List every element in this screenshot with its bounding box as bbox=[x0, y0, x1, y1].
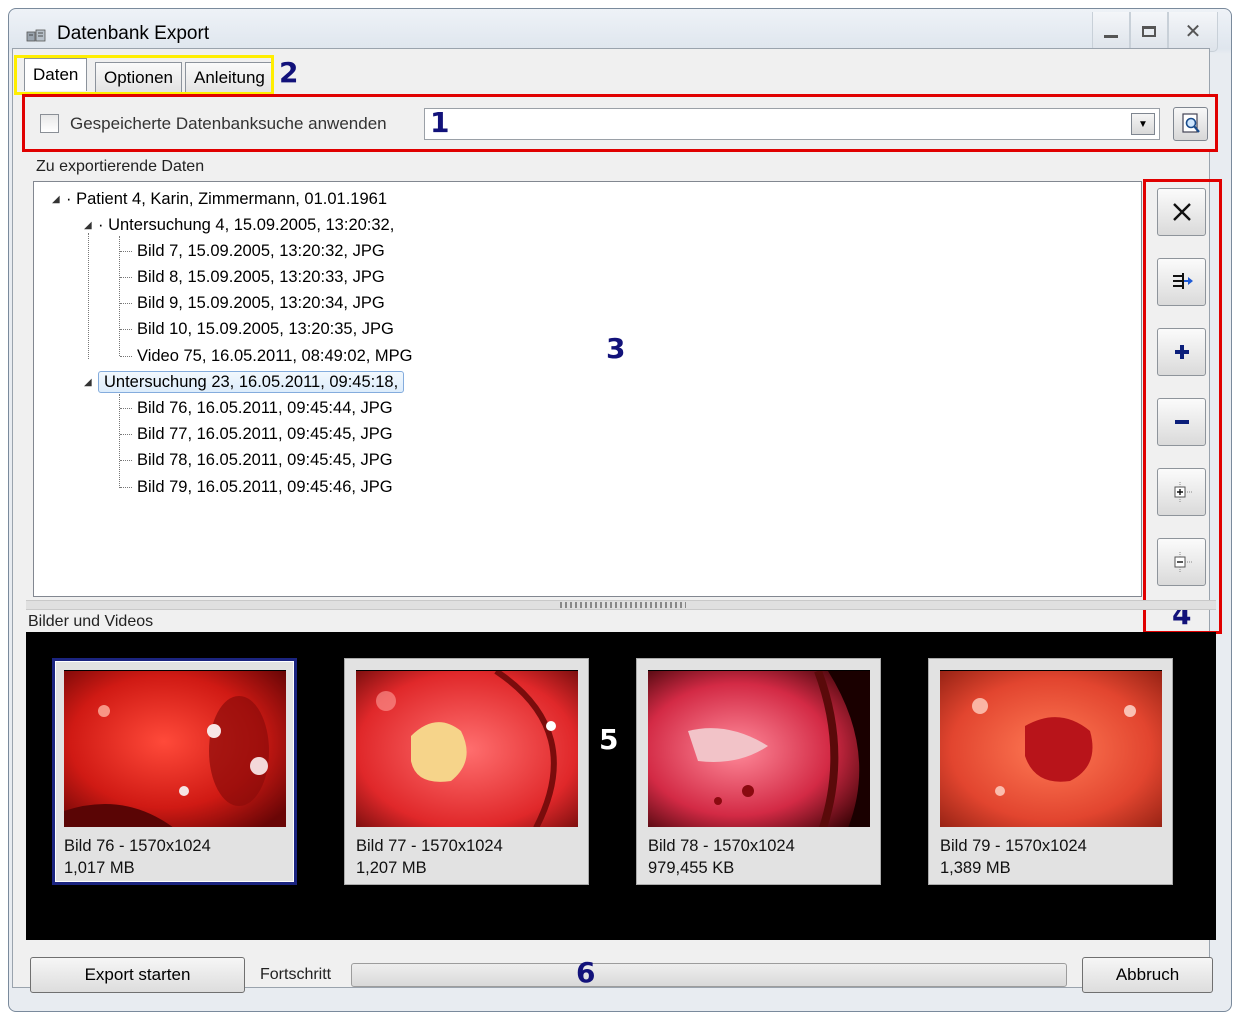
expand-all-button[interactable] bbox=[1157, 468, 1206, 516]
thumbnail-image bbox=[64, 670, 286, 827]
progress-label: Fortschritt bbox=[260, 966, 332, 983]
tree-leaf-image[interactable]: Bild 10, 15.09.2005, 13:20:35, JPG bbox=[137, 319, 394, 339]
tree-connector bbox=[120, 303, 132, 304]
saved-search-combobox[interactable]: ▼ bbox=[424, 108, 1160, 140]
tree-leaf-image[interactable]: Bild 77, 16.05.2011, 09:45:45, JPG bbox=[137, 424, 393, 444]
collapse-all-button[interactable] bbox=[1157, 538, 1206, 586]
thumbnail-card[interactable]: Bild 76 - 1570x1024 1,017 MB bbox=[52, 658, 297, 885]
close-icon: ✕ bbox=[1184, 21, 1202, 43]
expand-tree-icon bbox=[1174, 482, 1192, 502]
splitter-grip[interactable] bbox=[560, 602, 686, 608]
thumbnail-size: 979,455 KB bbox=[648, 859, 735, 877]
thumbnail-size: 1,389 MB bbox=[940, 859, 1011, 877]
collapse-tree-icon bbox=[1174, 552, 1192, 572]
media-section-label: Bilder und Videos bbox=[28, 613, 154, 630]
thumbnail-size: 1,017 MB bbox=[64, 859, 135, 877]
thumbnail-size: 1,207 MB bbox=[356, 859, 427, 877]
subtract-icon bbox=[1174, 420, 1189, 424]
tree-leaf-image[interactable]: Bild 78, 16.05.2011, 09:45:45, JPG bbox=[137, 450, 393, 470]
window-title: Datenbank Export bbox=[57, 23, 210, 44]
start-export-label: Export starten bbox=[84, 965, 191, 984]
tree-leaf-image[interactable]: Bild 8, 15.09.2005, 13:20:33, JPG bbox=[137, 267, 385, 287]
tree-connector bbox=[120, 434, 132, 435]
callout-6: 6 bbox=[576, 956, 596, 989]
callout-2: 2 bbox=[279, 56, 299, 89]
tree-connector bbox=[120, 356, 132, 357]
add-icon bbox=[1174, 345, 1189, 359]
thumbnail-image bbox=[940, 670, 1162, 827]
tree-leaf-image[interactable]: Bild 76, 16.05.2011, 09:45:44, JPG bbox=[137, 398, 393, 418]
thumbnail-name: Bild 76 - 1570x1024 bbox=[64, 837, 211, 855]
cancel-label: Abbruch bbox=[1115, 965, 1180, 984]
tree-leaf-image[interactable]: Bild 79, 16.05.2011, 09:45:46, JPG bbox=[137, 477, 393, 497]
thumbnail-name: Bild 77 - 1570x1024 bbox=[356, 837, 503, 855]
collapse-arrow-icon[interactable]: ◢ bbox=[52, 194, 60, 205]
patient-label: Patient 4, Karin, Zimmermann, 01.01.1961 bbox=[76, 190, 388, 208]
tree-leaf-image[interactable]: Bild 7, 15.09.2005, 13:20:32, JPG bbox=[137, 241, 385, 261]
tree-connector bbox=[120, 329, 132, 330]
remove-icon bbox=[1172, 203, 1191, 221]
callout-5: 5 bbox=[599, 723, 619, 756]
cancel-button[interactable]: Abbruch bbox=[1082, 957, 1213, 993]
thumbnail-card[interactable]: Bild 78 - 1570x1024 979,455 KB bbox=[636, 658, 881, 885]
tree-leaf-video[interactable]: Video 75, 16.05.2011, 08:49:02, MPG bbox=[137, 346, 413, 366]
tree-connector bbox=[120, 460, 132, 461]
callout-3: 3 bbox=[606, 332, 626, 365]
move-to-export-button[interactable] bbox=[1157, 258, 1206, 306]
thumbnail-name: Bild 78 - 1570x1024 bbox=[648, 837, 795, 855]
maximize-button[interactable] bbox=[1130, 12, 1168, 52]
exam-label: Untersuchung 4, 15.09.2005, 13:20:32, bbox=[108, 216, 395, 234]
subtract-button[interactable] bbox=[1157, 398, 1206, 446]
thumbnail-image bbox=[648, 670, 870, 827]
saved-search-label: Gespeicherte Datenbanksuche anwenden bbox=[70, 114, 387, 133]
maximize-icon bbox=[1142, 26, 1156, 37]
tree-connector bbox=[120, 251, 132, 252]
chevron-down-icon: ▼ bbox=[1138, 118, 1148, 130]
open-search-button[interactable] bbox=[1173, 107, 1208, 141]
tree-node-exam-selected[interactable]: Untersuchung 23, 16.05.2011, 09:45:18, bbox=[98, 371, 405, 393]
export-arrow-icon bbox=[1172, 273, 1193, 289]
tree-connector bbox=[119, 236, 120, 356]
thumbnail-image bbox=[356, 670, 578, 827]
tree-node-patient[interactable]: · Patient 4, Karin, Zimmermann, 01.01.19… bbox=[66, 189, 387, 209]
combo-dropdown-button[interactable]: ▼ bbox=[1131, 113, 1155, 135]
tree-node-exam[interactable]: · Untersuchung 4, 15.09.2005, 13:20:32, bbox=[98, 215, 394, 235]
minimize-icon bbox=[1104, 35, 1118, 38]
collapse-arrow-icon[interactable]: ◢ bbox=[84, 220, 92, 231]
database-export-icon bbox=[26, 29, 46, 42]
thumbnail-name: Bild 79 - 1570x1024 bbox=[940, 837, 1087, 855]
remove-button[interactable] bbox=[1157, 188, 1206, 236]
start-export-button[interactable]: Export starten bbox=[30, 957, 245, 993]
export-data-label: Zu exportierende Daten bbox=[36, 158, 205, 175]
thumbnail-card[interactable]: Bild 77 - 1570x1024 1,207 MB bbox=[344, 658, 589, 885]
add-button[interactable] bbox=[1157, 328, 1206, 376]
minimize-button[interactable] bbox=[1092, 12, 1130, 52]
tree-connector bbox=[120, 487, 132, 488]
export-progress-bar bbox=[351, 963, 1067, 987]
callout-1: 1 bbox=[430, 106, 450, 139]
collapse-arrow-icon[interactable]: ◢ bbox=[84, 377, 92, 388]
tabs-highlight-frame bbox=[14, 55, 274, 95]
magnifier-document-icon bbox=[1181, 113, 1200, 133]
tree-connector bbox=[88, 233, 89, 359]
tree-leaf-image[interactable]: Bild 9, 15.09.2005, 13:20:34, JPG bbox=[137, 293, 385, 313]
tree-connector bbox=[120, 408, 132, 409]
close-button[interactable]: ✕ bbox=[1168, 12, 1218, 52]
saved-search-checkbox[interactable] bbox=[40, 114, 59, 133]
tree-connector bbox=[120, 277, 132, 278]
thumbnail-card[interactable]: Bild 79 - 1570x1024 1,389 MB bbox=[928, 658, 1173, 885]
